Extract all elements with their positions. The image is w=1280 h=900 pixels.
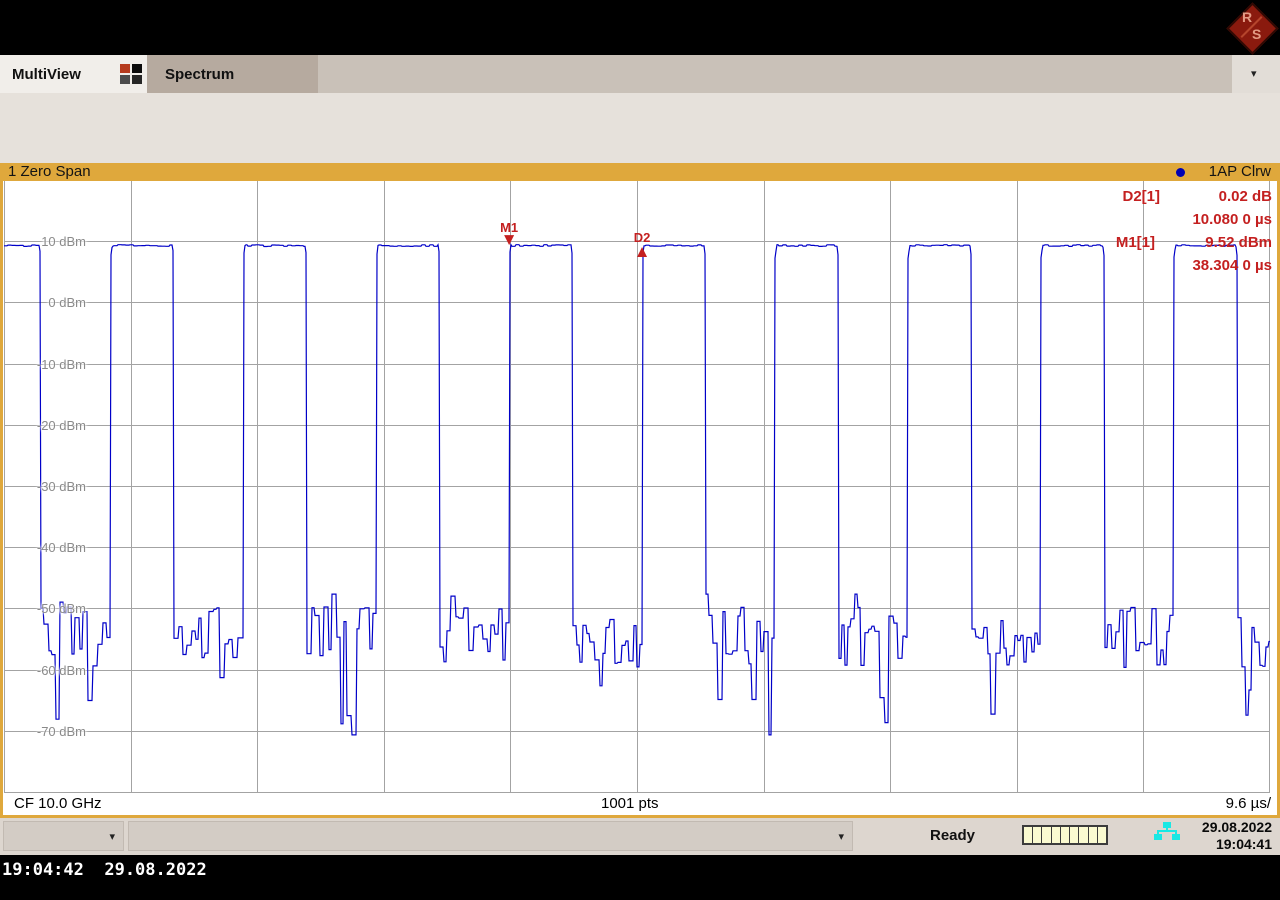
- progress-segment: [1089, 827, 1098, 843]
- settings-header: Ref Level 20.00 dBm Att 30 dB SWT 96 µs …: [0, 93, 1280, 163]
- tab-bar: MultiView Spectrum: [0, 55, 1280, 93]
- y-axis-label: -70 dBm: [24, 724, 86, 739]
- marker-readout-time: 38.304 0 µs: [1132, 257, 1272, 274]
- trace-active-dot-icon: [1176, 168, 1185, 177]
- status-bar: ▾ ▾ Ready 29.08.2022 19:04:41: [0, 818, 1280, 855]
- chevron-down-icon: ▾: [109, 830, 115, 843]
- progress-segment: [1061, 827, 1070, 843]
- chevron-down-icon: ▾: [838, 830, 844, 843]
- progress-segment: [1042, 827, 1051, 843]
- tab-spectrum[interactable]: Spectrum: [147, 55, 318, 93]
- multiview-grid-icon: [120, 64, 143, 85]
- window-title-bar[interactable]: 1 Zero Span 1AP Clrw: [0, 163, 1280, 181]
- status-state: Ready: [930, 827, 975, 844]
- progress-segment: [1024, 827, 1033, 843]
- marker-d2-label: D2: [634, 230, 651, 245]
- sweep-progress-bar: [1022, 825, 1108, 845]
- delta-marker-readout-label: D2[1]: [1090, 188, 1160, 205]
- delta-marker-readout-time: 10.080 0 µs: [1132, 211, 1272, 228]
- time-per-div-label[interactable]: 9.6 µs/: [1226, 795, 1271, 812]
- marker-d2[interactable]: D2: [634, 230, 651, 257]
- tab-multiview[interactable]: MultiView: [0, 55, 147, 93]
- tab-overflow-button[interactable]: ▾: [1232, 55, 1280, 93]
- marker-readout-value: 9.52 dBm: [1162, 234, 1272, 251]
- y-axis-label: -30 dBm: [24, 479, 86, 494]
- grid: [4, 181, 1270, 793]
- y-axis-label: -20 dBm: [24, 418, 86, 433]
- status-date: 29.08.2022: [1202, 819, 1272, 836]
- clock-text: 19:04:42 29.08.2022: [2, 860, 207, 880]
- progress-segment: [1098, 827, 1106, 843]
- progress-segment: [1033, 827, 1042, 843]
- y-axis-label: -40 dBm: [24, 540, 86, 555]
- y-axis-label: 0 dBm: [24, 295, 86, 310]
- progress-segment: [1079, 827, 1088, 843]
- sweep-points-label: 1001 pts: [601, 795, 659, 812]
- delta-marker-readout-value: 0.02 dB: [1162, 188, 1272, 205]
- screen: RS MultiView Spectrum ▾ Ref Level 20.00 …: [0, 0, 1280, 900]
- clock-bar: 19:04:42 29.08.2022: [0, 855, 1280, 900]
- status-time: 19:04:41: [1202, 836, 1272, 853]
- y-axis-label: 10 dBm: [24, 234, 86, 249]
- marker-readout-label: M1[1]: [1085, 234, 1155, 251]
- y-axis-label: -50 dBm: [24, 601, 86, 616]
- status-datetime: 29.08.2022 19:04:41: [1202, 819, 1272, 853]
- y-axis-label: -60 dBm: [24, 663, 86, 678]
- progress-segment: [1052, 827, 1061, 843]
- window-title: 1 Zero Span: [8, 163, 91, 180]
- status-dropdown-left[interactable]: ▾: [3, 821, 124, 851]
- rohde-schwarz-logo-icon: RS: [1226, 2, 1276, 52]
- network-icon[interactable]: [1153, 822, 1181, 840]
- tab-spectrum-label: Spectrum: [165, 66, 234, 83]
- marker-m1-label: M1: [500, 220, 518, 235]
- trace-mode-label[interactable]: 1AP Clrw: [1209, 163, 1271, 180]
- progress-segment: [1070, 827, 1079, 843]
- zero-span-plot: M1 D2: [4, 181, 1270, 793]
- tab-multiview-label: MultiView: [12, 66, 81, 83]
- top-bar: RS: [0, 0, 1280, 55]
- chevron-down-icon: ▾: [1251, 67, 1257, 80]
- center-frequency-label[interactable]: CF 10.0 GHz: [14, 795, 102, 812]
- status-dropdown-main[interactable]: ▾: [128, 821, 853, 851]
- y-axis-label: -10 dBm: [24, 357, 86, 372]
